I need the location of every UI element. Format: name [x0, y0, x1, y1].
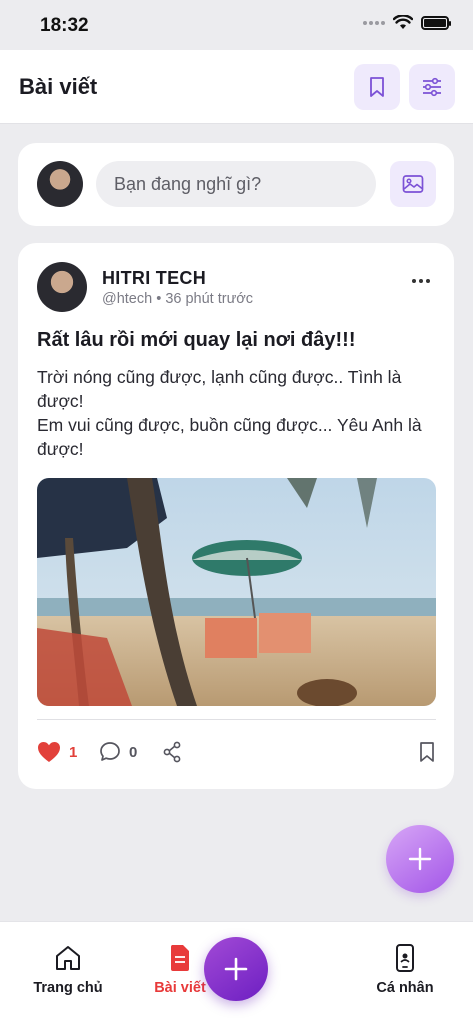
like-count: 1: [69, 743, 78, 761]
add-image-button[interactable]: [390, 161, 436, 207]
divider: [37, 719, 436, 720]
floating-add-button[interactable]: [386, 825, 454, 893]
home-icon: [56, 946, 80, 970]
plus-icon: [408, 847, 432, 871]
like-button[interactable]: 1: [37, 741, 77, 763]
author-meta: @htech • 36 phút trước: [102, 291, 254, 307]
tab-home-label: Trang chủ: [33, 980, 103, 996]
filter-button[interactable]: [409, 64, 455, 110]
status-time: 18:32: [40, 15, 89, 36]
phone-icon: [396, 944, 414, 972]
signal-icon: [363, 20, 385, 25]
document-icon: [170, 945, 189, 971]
image-icon: [402, 175, 424, 193]
saved-posts-button[interactable]: [354, 64, 400, 110]
beach-photo: [37, 478, 436, 706]
post-body-line: Em vui cũng được, buồn cũng được... Yêu …: [37, 415, 422, 459]
comment-button[interactable]: 0: [99, 741, 137, 763]
tab-profile[interactable]: Cá nhân: [368, 944, 442, 996]
post-title: Rất lâu rồi mới quay lại nơi đây!!!: [37, 329, 356, 351]
comment-icon: [100, 742, 120, 761]
post-image[interactable]: [37, 478, 436, 706]
tab-profile-label: Cá nhân: [376, 980, 434, 996]
share-button[interactable]: [162, 741, 182, 763]
status-icons: [363, 15, 451, 30]
post-body: Trời nóng cũng được, lạnh cũng được.. Tì…: [37, 365, 442, 461]
more-options-button[interactable]: [412, 279, 430, 283]
plus-icon: [224, 957, 248, 981]
wifi-icon: [393, 15, 413, 29]
post-composer: Bạn đang nghĩ gì?: [18, 143, 454, 226]
comment-count: 0: [129, 743, 138, 761]
author-avatar[interactable]: [37, 262, 87, 312]
app-header: Bài viết: [0, 50, 473, 124]
sliders-icon: [423, 77, 441, 97]
bookmark-icon: [370, 77, 384, 97]
create-post-button[interactable]: [204, 937, 268, 1001]
user-avatar[interactable]: [37, 161, 83, 207]
heart-icon: [38, 742, 60, 762]
bookmark-icon: [420, 742, 434, 762]
post-card: HITRI TECH @htech • 36 phút trước Rất lâ…: [18, 243, 454, 789]
share-icon: [163, 741, 181, 763]
composer-input[interactable]: Bạn đang nghĩ gì?: [96, 161, 376, 207]
author-name[interactable]: HITRI TECH: [102, 268, 206, 289]
status-bar: 18:32: [0, 0, 473, 50]
page-title: Bài viết: [19, 74, 98, 99]
bottom-tab-bar: Trang chủ Bài viết Cá nhân: [0, 921, 473, 1024]
post-body-line: Trời nóng cũng được, lạnh cũng được.. Tì…: [37, 367, 402, 411]
save-post-button[interactable]: [418, 741, 436, 763]
tab-home[interactable]: Trang chủ: [31, 944, 105, 996]
tab-posts-label: Bài viết: [154, 980, 206, 996]
post-actions: 1 0: [37, 741, 436, 765]
battery-icon: [421, 15, 451, 30]
